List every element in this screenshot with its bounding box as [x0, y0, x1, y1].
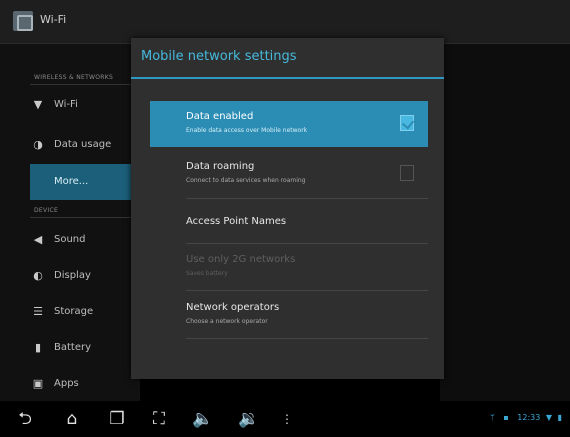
section-divider: [30, 217, 135, 218]
option-title: Access Point Names: [186, 216, 287, 227]
sidebar-item-label: More...: [54, 176, 89, 187]
wifi-icon: ▼: [33, 98, 43, 111]
option-summary: Choose a network operator: [186, 318, 268, 325]
battery-status-icon: ▮: [557, 413, 562, 422]
dialog-title-divider: [131, 77, 444, 79]
option-summary: Connect to data services when roaming: [186, 177, 306, 184]
menu-overflow-icon[interactable]: ⋮: [274, 409, 300, 429]
sidebar-item-apps[interactable]: ▣ Apps: [30, 369, 140, 399]
data-roaming-checkbox[interactable]: [400, 165, 414, 181]
mobile-network-settings-dialog: Mobile network settings Data enabled Ena…: [131, 38, 444, 379]
apps-icon: ▣: [32, 377, 44, 390]
action-bar-title: Wi-Fi: [40, 13, 67, 26]
sidebar-item-label: Apps: [54, 378, 79, 389]
settings-app-icon[interactable]: [13, 11, 33, 31]
notification-icon: ▪: [503, 413, 509, 422]
sidebar-item-label: Display: [54, 270, 91, 281]
back-icon[interactable]: ⮌: [12, 409, 38, 429]
settings-sidebar: WIRELESS & NETWORKS ▼ Wi-Fi ◑ Data usage…: [0, 44, 140, 401]
option-title: Data roaming: [186, 161, 255, 172]
volume-down-icon[interactable]: 🔈: [190, 409, 216, 429]
section-header-wireless: WIRELESS & NETWORKS: [34, 74, 114, 81]
sidebar-item-sound[interactable]: ◀ Sound: [30, 225, 140, 255]
data-usage-icon: ◑: [33, 138, 43, 151]
detail-pane: [440, 44, 570, 401]
system-navigation-bar: ⮌ ⌂ ❐ ⛶ 🔈 🔉 ⋮ ᛘ ▪ 12:33 ▼ ▮: [0, 401, 570, 437]
recent-apps-icon[interactable]: ❐: [104, 409, 130, 429]
sidebar-item-more[interactable]: More...: [30, 164, 140, 200]
dialog-title: Mobile network settings: [141, 49, 297, 64]
clock: 12:33: [517, 413, 541, 422]
option-title: Network operators: [186, 302, 280, 313]
status-area[interactable]: ᛘ ▪ 12:33 ▼ ▮: [490, 413, 562, 422]
option-use-only-2g: Use only 2G networks Saves battery: [150, 244, 428, 290]
sound-icon: ◀: [33, 233, 43, 246]
option-title: Data enabled: [186, 111, 254, 122]
sidebar-item-label: Battery: [54, 342, 92, 353]
sidebar-item-label: Data usage: [54, 139, 112, 150]
option-data-roaming[interactable]: Data roaming Connect to data services wh…: [150, 151, 428, 197]
sidebar-item-label: Wi-Fi: [54, 99, 78, 110]
option-divider: [186, 338, 428, 339]
wifi-signal-icon: ▼: [545, 413, 553, 422]
option-access-point-names[interactable]: Access Point Names: [150, 199, 428, 245]
display-icon: ◐: [33, 269, 43, 282]
option-data-enabled[interactable]: Data enabled Enable data access over Mob…: [150, 101, 428, 147]
battery-icon: ▮: [34, 341, 42, 354]
sidebar-item-display[interactable]: ◐ Display: [30, 261, 140, 291]
usb-icon: ᛘ: [489, 413, 495, 422]
sidebar-item-storage[interactable]: ☰ Storage: [30, 297, 140, 327]
option-network-operators[interactable]: Network operators Choose a network opera…: [150, 292, 428, 338]
storage-icon: ☰: [33, 305, 43, 318]
data-enabled-checkbox[interactable]: [400, 115, 414, 131]
sidebar-item-label: Sound: [54, 234, 86, 245]
home-icon[interactable]: ⌂: [59, 409, 85, 429]
option-title: Use only 2G networks: [186, 254, 296, 265]
option-divider: [186, 290, 428, 291]
option-summary: Enable data access over Mobile network: [186, 127, 308, 134]
option-summary: Saves battery: [186, 270, 228, 277]
section-divider: [30, 84, 135, 85]
screenshot-icon[interactable]: ⛶: [146, 409, 172, 429]
sidebar-item-battery[interactable]: ▮ Battery: [30, 333, 140, 363]
sidebar-item-wifi[interactable]: ▼ Wi-Fi: [30, 90, 140, 120]
section-header-device: DEVICE: [34, 207, 59, 214]
volume-up-icon[interactable]: 🔉: [236, 409, 262, 429]
sidebar-item-label: Storage: [54, 306, 94, 317]
sidebar-item-data-usage[interactable]: ◑ Data usage: [30, 130, 140, 160]
